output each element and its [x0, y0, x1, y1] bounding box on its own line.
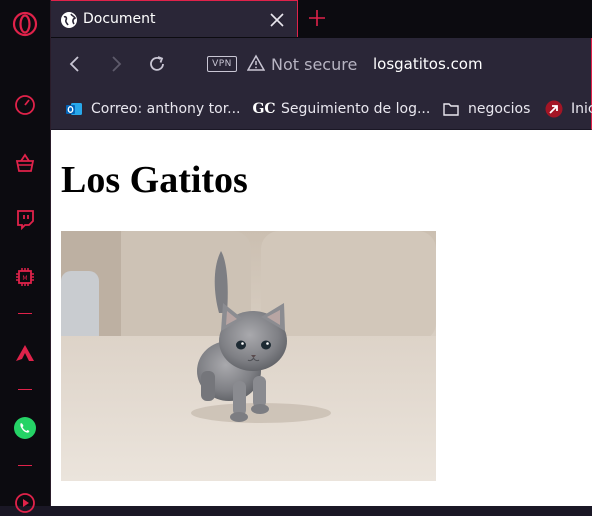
new-tab-plus-icon[interactable] [306, 7, 328, 29]
bookmark-label: Inic [571, 101, 592, 117]
bookmark-correo[interactable]: Correo: anthony tor... [65, 98, 241, 120]
globe-icon [60, 11, 78, 29]
bookmark-negocios[interactable]: negocios [442, 98, 530, 120]
bookmark-label: Seguimiento de log... [281, 101, 431, 117]
tab-title: Document [83, 11, 156, 27]
whatsapp-icon[interactable] [12, 415, 38, 441]
outlook-icon [65, 100, 83, 118]
arrow-logo-icon[interactable] [12, 340, 38, 366]
back-icon[interactable] [65, 54, 85, 74]
twitch-icon[interactable] [12, 206, 38, 232]
arrow-badge-icon [545, 100, 563, 118]
vpn-badge[interactable]: VPN [207, 56, 237, 72]
speed-dial-icon[interactable] [12, 92, 38, 118]
page-heading: Los Gatitos [61, 159, 248, 201]
tab-document[interactable]: Document [51, 0, 298, 37]
bookmark-label: Correo: anthony tor... [91, 101, 241, 117]
address-toolbar: VPN Not secure losgatitos.com [51, 38, 592, 90]
svg-text:M: M [22, 275, 27, 282]
basket-icon[interactable] [12, 150, 38, 176]
kitten-image [61, 231, 436, 481]
forward-icon[interactable] [106, 54, 126, 74]
sidebar-separator [18, 465, 32, 466]
folder-icon [442, 100, 460, 118]
bookmark-label: negocios [468, 101, 531, 117]
url-field[interactable]: losgatitos.com [373, 55, 483, 73]
warning-icon[interactable] [246, 54, 266, 72]
sidebar-separator [18, 313, 32, 314]
sidebar-separator [18, 389, 32, 390]
page-viewport: Los Gatitos [51, 130, 592, 506]
bookmark-seguimiento[interactable]: GC Seguimiento de log... [252, 98, 431, 120]
player-icon[interactable] [12, 490, 38, 516]
bookmarks-bar: Correo: anthony tor... GC Seguimiento de… [51, 90, 592, 130]
sidebar: M [0, 0, 51, 513]
reload-icon[interactable] [147, 54, 167, 74]
tab-strip: Document [51, 0, 592, 38]
bookmark-inicio[interactable]: Inic [545, 98, 592, 120]
close-tab-icon[interactable] [267, 10, 287, 30]
chip-icon[interactable]: M [12, 264, 38, 290]
security-status[interactable]: Not secure [271, 55, 357, 74]
gc-icon: GC [252, 101, 276, 117]
opera-logo[interactable] [12, 11, 38, 37]
